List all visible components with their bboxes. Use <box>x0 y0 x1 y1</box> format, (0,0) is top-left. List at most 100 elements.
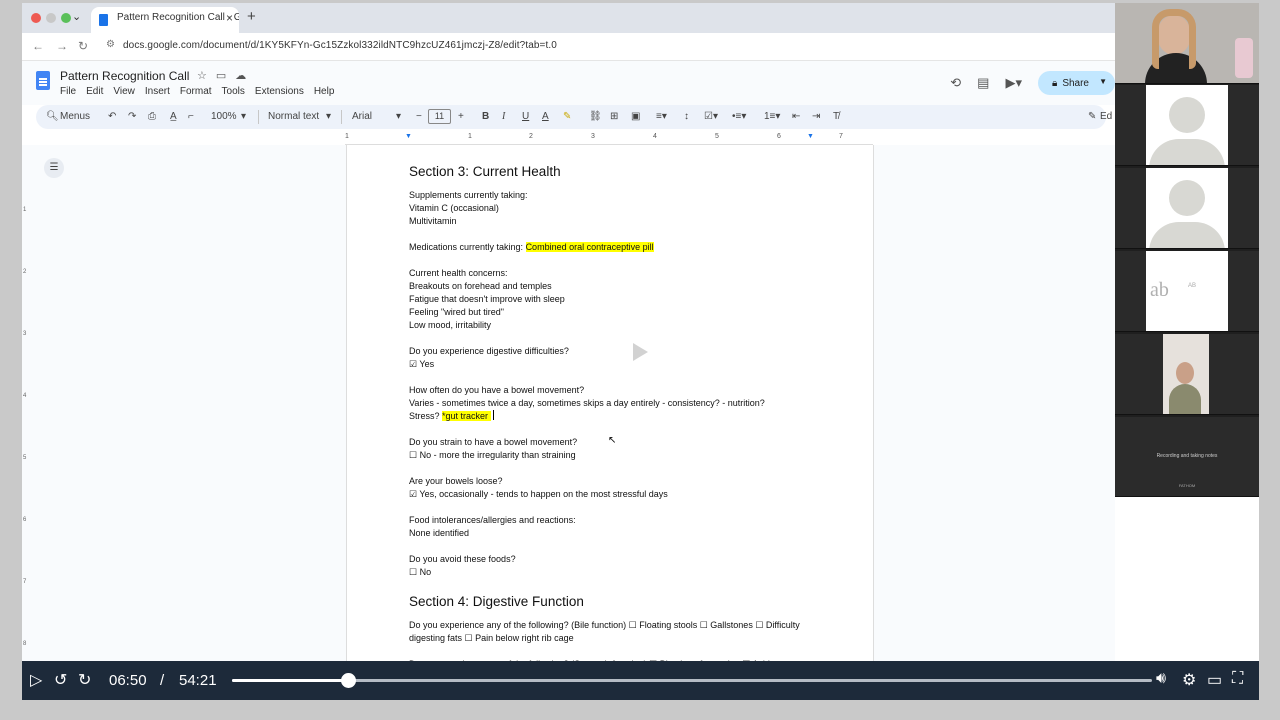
document-title[interactable]: Pattern Recognition Call <box>60 69 189 83</box>
volume-icon[interactable]: 🔊︎ <box>1156 670 1166 688</box>
picture-in-picture-icon[interactable]: ▭ <box>1207 670 1222 690</box>
zoom-select[interactable]: 100% <box>211 111 237 122</box>
document-body[interactable]: Section 3: Current Health Supplements cu… <box>409 162 809 671</box>
checklist-icon[interactable]: ☑▾ <box>704 111 718 122</box>
share-button[interactable]: 🔒︎ Share ▼ <box>1037 71 1115 95</box>
increase-font-icon[interactable]: + <box>458 111 464 122</box>
move-folder-icon[interactable]: ▭ <box>216 69 226 82</box>
font-dropdown-icon[interactable]: ▾ <box>396 111 401 122</box>
vruler-mark: 1 <box>23 207 27 213</box>
cloud-status-icon[interactable]: ☁ <box>235 69 246 82</box>
back-arrow-icon[interactable]: ← <box>32 39 44 53</box>
menu-insert[interactable]: Insert <box>145 86 170 97</box>
text-color-icon[interactable]: A <box>542 111 549 122</box>
version-history-icon[interactable]: ⟲ <box>950 75 961 91</box>
comments-icon[interactable]: ▤ <box>977 75 989 91</box>
play-overlay-icon[interactable] <box>633 343 648 361</box>
numbered-list-icon[interactable]: 1≡▾ <box>764 111 780 122</box>
fullscreen-icon[interactable]: ⛶ <box>1232 670 1243 688</box>
bold-icon[interactable]: B <box>482 111 489 122</box>
right-indent-marker-icon[interactable]: ▼ <box>807 133 814 140</box>
tab-list-chevron-icon[interactable]: ⌄ <box>72 10 81 23</box>
participant-tile-avatar[interactable] <box>1115 85 1259 166</box>
style-dropdown-icon[interactable]: ▾ <box>326 111 331 122</box>
toolbar-divider <box>341 110 342 124</box>
insert-link-icon[interactable]: ⛓ <box>589 111 602 122</box>
font-select[interactable]: Arial <box>352 111 372 122</box>
docs-logo-icon[interactable] <box>36 71 50 90</box>
document-outline-icon[interactable]: ☰ <box>44 158 64 178</box>
redo-icon[interactable]: ↷ <box>128 111 136 122</box>
insert-image-icon[interactable]: ▣ <box>631 111 640 122</box>
search-menus-icon[interactable]: 🔍︎ <box>46 111 59 122</box>
font-size-input[interactable]: 11 <box>428 109 451 124</box>
progress-bar[interactable] <box>232 673 1152 688</box>
menu-format[interactable]: Format <box>180 86 212 97</box>
header-right-actions: ⟲ ▤ ▶▾ 🔒︎ Share ▼ <box>950 71 1115 95</box>
participant-tile-speaker[interactable] <box>1115 3 1259 84</box>
logo-mark: ab <box>1150 279 1169 301</box>
stress-highlight: *gut tracker <box>442 411 491 421</box>
style-select[interactable]: Normal text <box>268 111 319 122</box>
share-dropdown-icon[interactable]: ▼ <box>1099 77 1107 86</box>
menu-extensions[interactable]: Extensions <box>255 86 304 97</box>
site-settings-icon[interactable]: ⚙ <box>106 39 115 50</box>
paint-format-icon[interactable]: ⌐ <box>188 111 194 122</box>
concerns-label: Current health concerns: <box>409 268 508 278</box>
forward-10-icon[interactable]: ↻ <box>78 670 91 690</box>
menu-edit[interactable]: Edit <box>86 86 103 97</box>
meet-video-icon[interactable]: ▶▾ <box>1005 75 1022 91</box>
menu-help[interactable]: Help <box>314 86 335 97</box>
line-spacing-icon[interactable]: ↕ <box>684 111 689 122</box>
insert-comment-icon[interactable]: ⊞ <box>610 111 618 122</box>
reload-icon[interactable]: ↻ <box>78 39 88 53</box>
decrease-font-icon[interactable]: − <box>416 111 422 122</box>
close-tab-icon[interactable]: × <box>226 11 233 25</box>
window-controls <box>31 13 71 23</box>
docs-header: Pattern Recognition Call ☆ ▭ ☁ File Edit… <box>22 61 1115 105</box>
horizontal-ruler[interactable]: 1 ▼ 1 2 3 4 5 6 ▼ 7 <box>345 131 873 145</box>
speaker-hair <box>1152 9 1196 69</box>
settings-gear-icon[interactable]: ⚙ <box>1182 670 1196 690</box>
star-icon[interactable]: ☆ <box>197 69 207 82</box>
menu-file[interactable]: File <box>60 86 76 97</box>
vruler-mark: 5 <box>23 455 27 461</box>
minimize-window-button[interactable] <box>46 13 56 23</box>
decrease-indent-icon[interactable]: ⇤ <box>792 111 800 122</box>
participant-tile-video[interactable] <box>1115 334 1259 415</box>
undo-icon[interactable]: ↶ <box>108 111 116 122</box>
highlight-color-icon[interactable]: ✎ <box>563 111 571 122</box>
underline-icon[interactable]: U <box>522 111 529 122</box>
forward-arrow-icon[interactable]: → <box>56 39 68 53</box>
document-page[interactable]: Section 3: Current Health Supplements cu… <box>346 145 874 669</box>
participant-tile-logo[interactable]: ab AB <box>1115 251 1259 332</box>
increase-indent-icon[interactable]: ⇥ <box>812 111 820 122</box>
play-icon[interactable]: ▷ <box>30 670 42 690</box>
browser-tab-active[interactable]: Pattern Recognition Call - Go × <box>91 7 239 33</box>
close-window-button[interactable] <box>31 13 41 23</box>
zoom-dropdown-icon[interactable]: ▾ <box>241 111 246 122</box>
new-tab-plus-icon[interactable]: + <box>247 8 256 25</box>
menu-tools[interactable]: Tools <box>222 86 245 97</box>
search-menus-label[interactable]: Menus <box>60 111 90 122</box>
rewind-10-icon[interactable]: ↺ <box>54 670 67 690</box>
print-icon[interactable]: ⎙ <box>148 111 156 122</box>
italic-icon[interactable]: I <box>502 111 505 122</box>
progress-scrubber[interactable] <box>340 673 356 688</box>
clear-formatting-icon[interactable]: T̸ <box>833 111 839 122</box>
left-indent-marker-icon[interactable]: ▼ <box>405 133 412 140</box>
spellcheck-icon[interactable]: A̲ <box>170 111 177 122</box>
avatar-head <box>1169 97 1205 133</box>
align-icon[interactable]: ≡▾ <box>656 111 667 122</box>
notetaker-tile[interactable]: Recording and taking notes FATHOM <box>1115 417 1259 497</box>
ruler-mark: 7 <box>839 133 843 140</box>
menu-view[interactable]: View <box>113 86 135 97</box>
time-separator: / <box>160 672 165 689</box>
bulleted-list-icon[interactable]: •≡▾ <box>732 111 746 122</box>
avatar-head <box>1169 180 1205 216</box>
editing-mode-pencil-icon[interactable]: ✎ <box>1088 111 1096 122</box>
editing-mode-label[interactable]: Ed <box>1100 111 1112 122</box>
url-field[interactable]: docs.google.com/document/d/1KY5KFYn-Gc15… <box>123 40 557 51</box>
maximize-window-button[interactable] <box>61 13 71 23</box>
participant-tile-avatar[interactable] <box>1115 168 1259 249</box>
